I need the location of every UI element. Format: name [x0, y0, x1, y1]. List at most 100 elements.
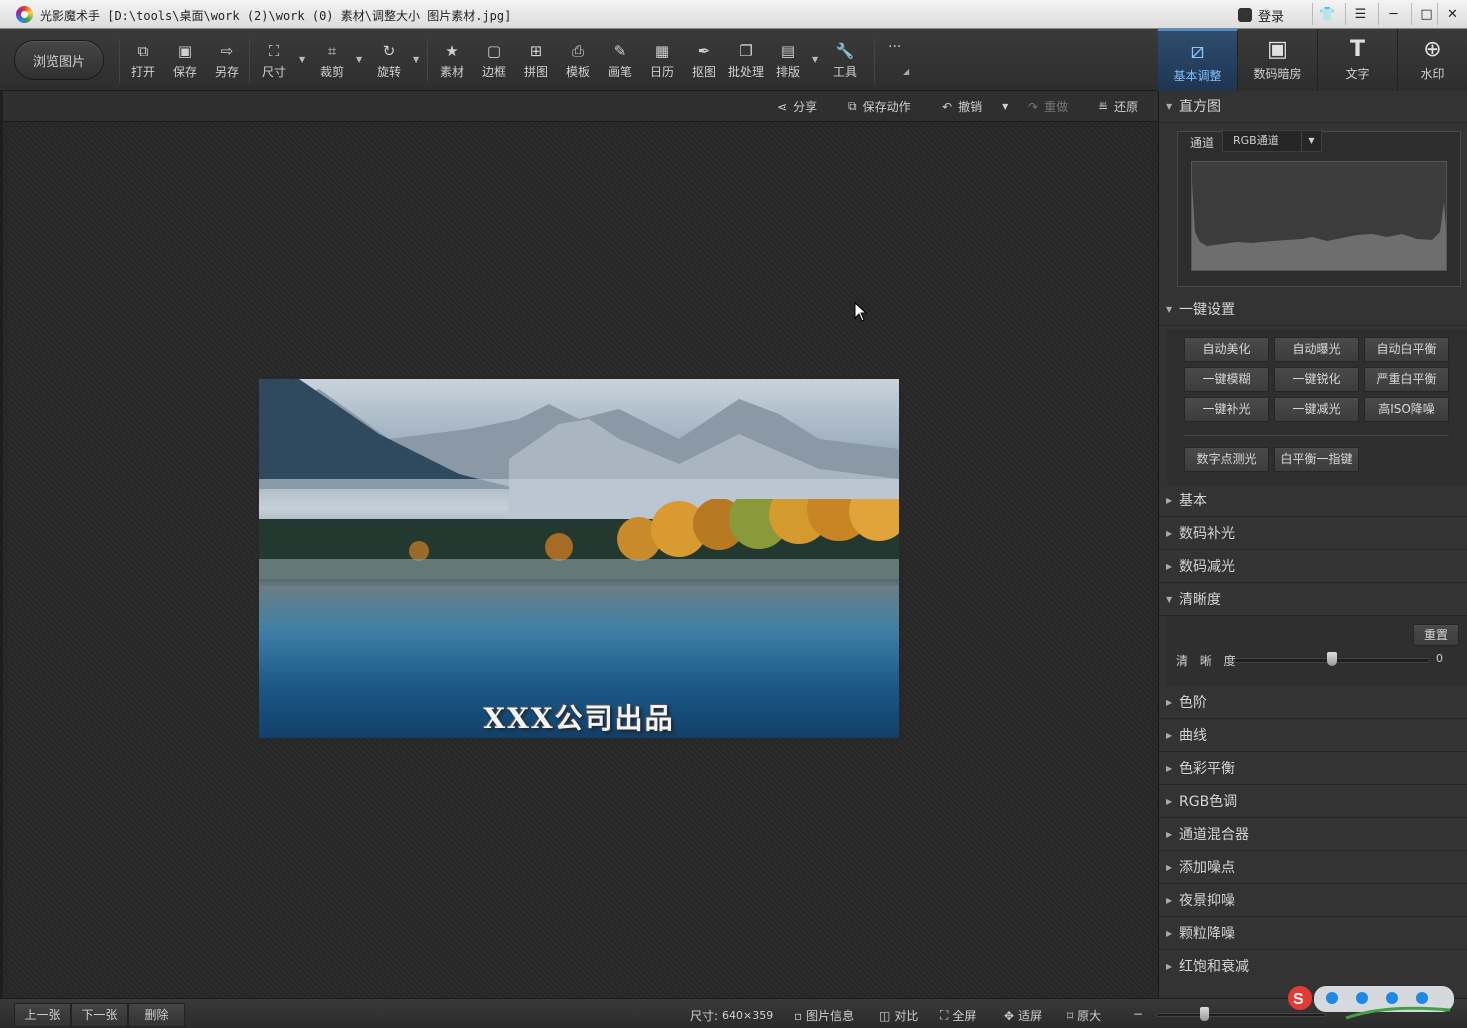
fit-screen-button[interactable]: ✥ 适屏 [1004, 1007, 1042, 1024]
tool-brush[interactable]: ✎ 画笔 [600, 41, 640, 85]
tab-digital-darkroom[interactable]: ▣ 数码暗房 [1238, 29, 1318, 91]
channel-select[interactable]: RGB通道 ▼ [1222, 130, 1322, 152]
tool-cutout[interactable]: ✒ 抠图 [684, 41, 724, 85]
minimize-icon[interactable]: ─ [1378, 3, 1408, 25]
clarity-reset-button[interactable]: 重置 [1413, 624, 1459, 646]
fullscreen-button[interactable]: ⛶ 全屏 [940, 1007, 976, 1024]
onekey-sharpen-button[interactable]: 一键锐化 [1274, 367, 1359, 392]
section-night-denoise[interactable]: ▶ 夜景抑噪 [1159, 885, 1467, 917]
tool-calendar[interactable]: ▦ 日历 [642, 41, 682, 85]
clarity-panel: 重置 清 晰 度 0 [1167, 616, 1467, 686]
tool-material[interactable]: ★ 素材 [432, 41, 472, 85]
save-action-button[interactable]: ⧉ 保存动作 [848, 98, 911, 115]
image-info-button[interactable]: ▫ 图片信息 [794, 1007, 854, 1024]
section-title: 数码补光 [1179, 526, 1235, 542]
more-tools-button[interactable]: ··· [888, 39, 901, 55]
tool-layout[interactable]: ▤ 排版 [768, 41, 808, 85]
auto-exposure-button[interactable]: 自动曝光 [1274, 337, 1359, 362]
compare-button[interactable]: ◫ 对比 [879, 1007, 918, 1024]
rotate-dropdown-icon[interactable]: ▼ [413, 55, 419, 64]
section-histogram[interactable]: ▼ 直方图 [1159, 91, 1467, 123]
next-image-button[interactable]: 下一张 [71, 1003, 128, 1027]
tool-label: 模板 [565, 65, 590, 79]
onekey-blur-button[interactable]: 一键模糊 [1184, 367, 1269, 392]
section-title: 红饱和衰减 [1179, 959, 1249, 975]
digital-spot-metering-button[interactable]: 数字点测光 [1184, 447, 1269, 472]
share-button[interactable]: ⋖ 分享 [777, 98, 817, 115]
section-title: 直方图 [1179, 99, 1221, 115]
collapse-arrow-icon: ▼ [1166, 595, 1173, 604]
login-button[interactable]: 登录 [1238, 5, 1284, 25]
tool-label: 裁剪 [319, 65, 344, 79]
tool-wrench[interactable]: 🔧 工具 [825, 41, 865, 85]
section-title: 基本 [1179, 493, 1207, 509]
edited-photo[interactable]: XXX公司出品 [259, 379, 899, 738]
onekey-panel: 自动美化 自动曝光 自动白平衡 一键模糊 一键锐化 严重白平衡 一键补光 一键减… [1167, 329, 1467, 485]
high-iso-denoise-button[interactable]: 高ISO降噪 [1364, 397, 1449, 422]
section-add-noise[interactable]: ▶ 添加噪点 [1159, 852, 1467, 884]
redo-button[interactable]: ↷ 重做 [1028, 98, 1068, 115]
section-digital-reduce-light[interactable]: ▶ 数码减光 [1159, 551, 1467, 583]
resize-dropdown-icon[interactable]: ▼ [299, 55, 305, 64]
tool-template[interactable]: ⎙ 模板 [558, 41, 598, 85]
restore-button[interactable]: ≝ 还原 [1098, 98, 1138, 115]
severe-white-balance-button[interactable]: 严重白平衡 [1364, 367, 1449, 392]
section-onekey[interactable]: ▼ 一键设置 [1159, 294, 1467, 326]
section-rgb-tone[interactable]: ▶ RGB色调 [1159, 786, 1467, 818]
section-levels[interactable]: ▶ 色阶 [1159, 687, 1467, 719]
toolbar-divider [119, 39, 120, 83]
title-bar: 光影魔术手 [D:\tools\桌面\work (2)\work (0) 素材\… [0, 0, 1467, 29]
fit-label: 适屏 [1018, 1009, 1043, 1023]
zoom-out-button[interactable]: − [1133, 1007, 1143, 1021]
status-bar: 上一张 下一张 删除 尺寸: 640×359 ▫ 图片信息 ◫ 对比 ⛶ 全屏 ✥ 适屏 … [0, 998, 1467, 1028]
tab-basic-adjust[interactable]: ⧄ 基本调整 [1158, 29, 1238, 91]
section-basic[interactable]: ▶ 基本 [1159, 485, 1467, 517]
browse-images-button[interactable]: 浏览图片 [14, 40, 104, 80]
prev-image-button[interactable]: 上一张 [14, 1003, 71, 1027]
tool-collage[interactable]: ⊞ 拼图 [516, 41, 556, 85]
resize-icon: ⛶ [268, 42, 280, 60]
section-clarity[interactable]: ▼ 清晰度 [1159, 584, 1467, 616]
delete-image-button[interactable]: 删除 [128, 1003, 185, 1027]
tool-save[interactable]: ▣ 保存 [165, 41, 205, 85]
rotate-icon: ↻ [382, 42, 396, 60]
close-icon[interactable]: ✕ [1437, 3, 1467, 25]
tool-crop[interactable]: ⌗ 裁剪 [312, 41, 352, 85]
white-balance-one-touch-button[interactable]: 白平衡一指键 [1274, 447, 1359, 472]
section-digital-fill-light[interactable]: ▶ 数码补光 [1159, 518, 1467, 550]
tool-rotate[interactable]: ↻ 旋转 [369, 41, 409, 85]
tool-save-as[interactable]: ⇨ 另存 [207, 41, 247, 85]
compare-label: 对比 [894, 1009, 919, 1023]
menu-icon[interactable]: ☰ [1345, 3, 1375, 25]
tool-frame[interactable]: ▢ 边框 [474, 41, 514, 85]
tool-label: 日历 [649, 65, 674, 79]
tool-resize[interactable]: ⛶ 尺寸 [254, 41, 294, 85]
tab-text[interactable]: T 文字 [1318, 29, 1398, 91]
window-title: 光影魔术手 [D:\tools\桌面\work (2)\work (0) 素材\… [40, 9, 512, 23]
layout-dropdown-icon[interactable]: ▼ [812, 55, 818, 64]
section-title: 通道混合器 [1179, 827, 1249, 843]
section-grain-denoise[interactable]: ▶ 颗粒降噪 [1159, 918, 1467, 950]
original-size-button[interactable]: ⌑ 原大 [1067, 1007, 1101, 1024]
undo-button[interactable]: ↶ 撤销 ▼ [942, 98, 1008, 115]
crop-dropdown-icon[interactable]: ▼ [356, 55, 362, 64]
onekey-fill-light-button[interactable]: 一键补光 [1184, 397, 1269, 422]
tool-batch[interactable]: ❐ 批处理 [724, 41, 768, 85]
clarity-slider-thumb[interactable] [1327, 652, 1337, 666]
auto-beautify-button[interactable]: 自动美化 [1184, 337, 1269, 362]
undo-dropdown-icon[interactable]: ▼ [1002, 102, 1008, 111]
original-label: 原大 [1077, 1009, 1102, 1023]
info-label: 图片信息 [806, 1009, 855, 1023]
section-curves[interactable]: ▶ 曲线 [1159, 720, 1467, 752]
onekey-reduce-light-button[interactable]: 一键减光 [1274, 397, 1359, 422]
shirt-icon[interactable]: 👕 [1312, 3, 1342, 25]
open-icon: ⧉ [137, 42, 149, 60]
tool-open[interactable]: ⧉ 打开 [123, 41, 163, 85]
expand-corner-icon[interactable]: ◢ [903, 67, 909, 76]
tab-label: 数码暗房 [1253, 67, 1302, 81]
section-channel-mixer[interactable]: ▶ 通道混合器 [1159, 819, 1467, 851]
zoom-slider-thumb[interactable] [1199, 1007, 1209, 1021]
section-color-balance[interactable]: ▶ 色彩平衡 [1159, 753, 1467, 785]
tab-watermark[interactable]: ⊕ 水印 [1398, 29, 1467, 91]
auto-white-balance-button[interactable]: 自动白平衡 [1364, 337, 1449, 362]
